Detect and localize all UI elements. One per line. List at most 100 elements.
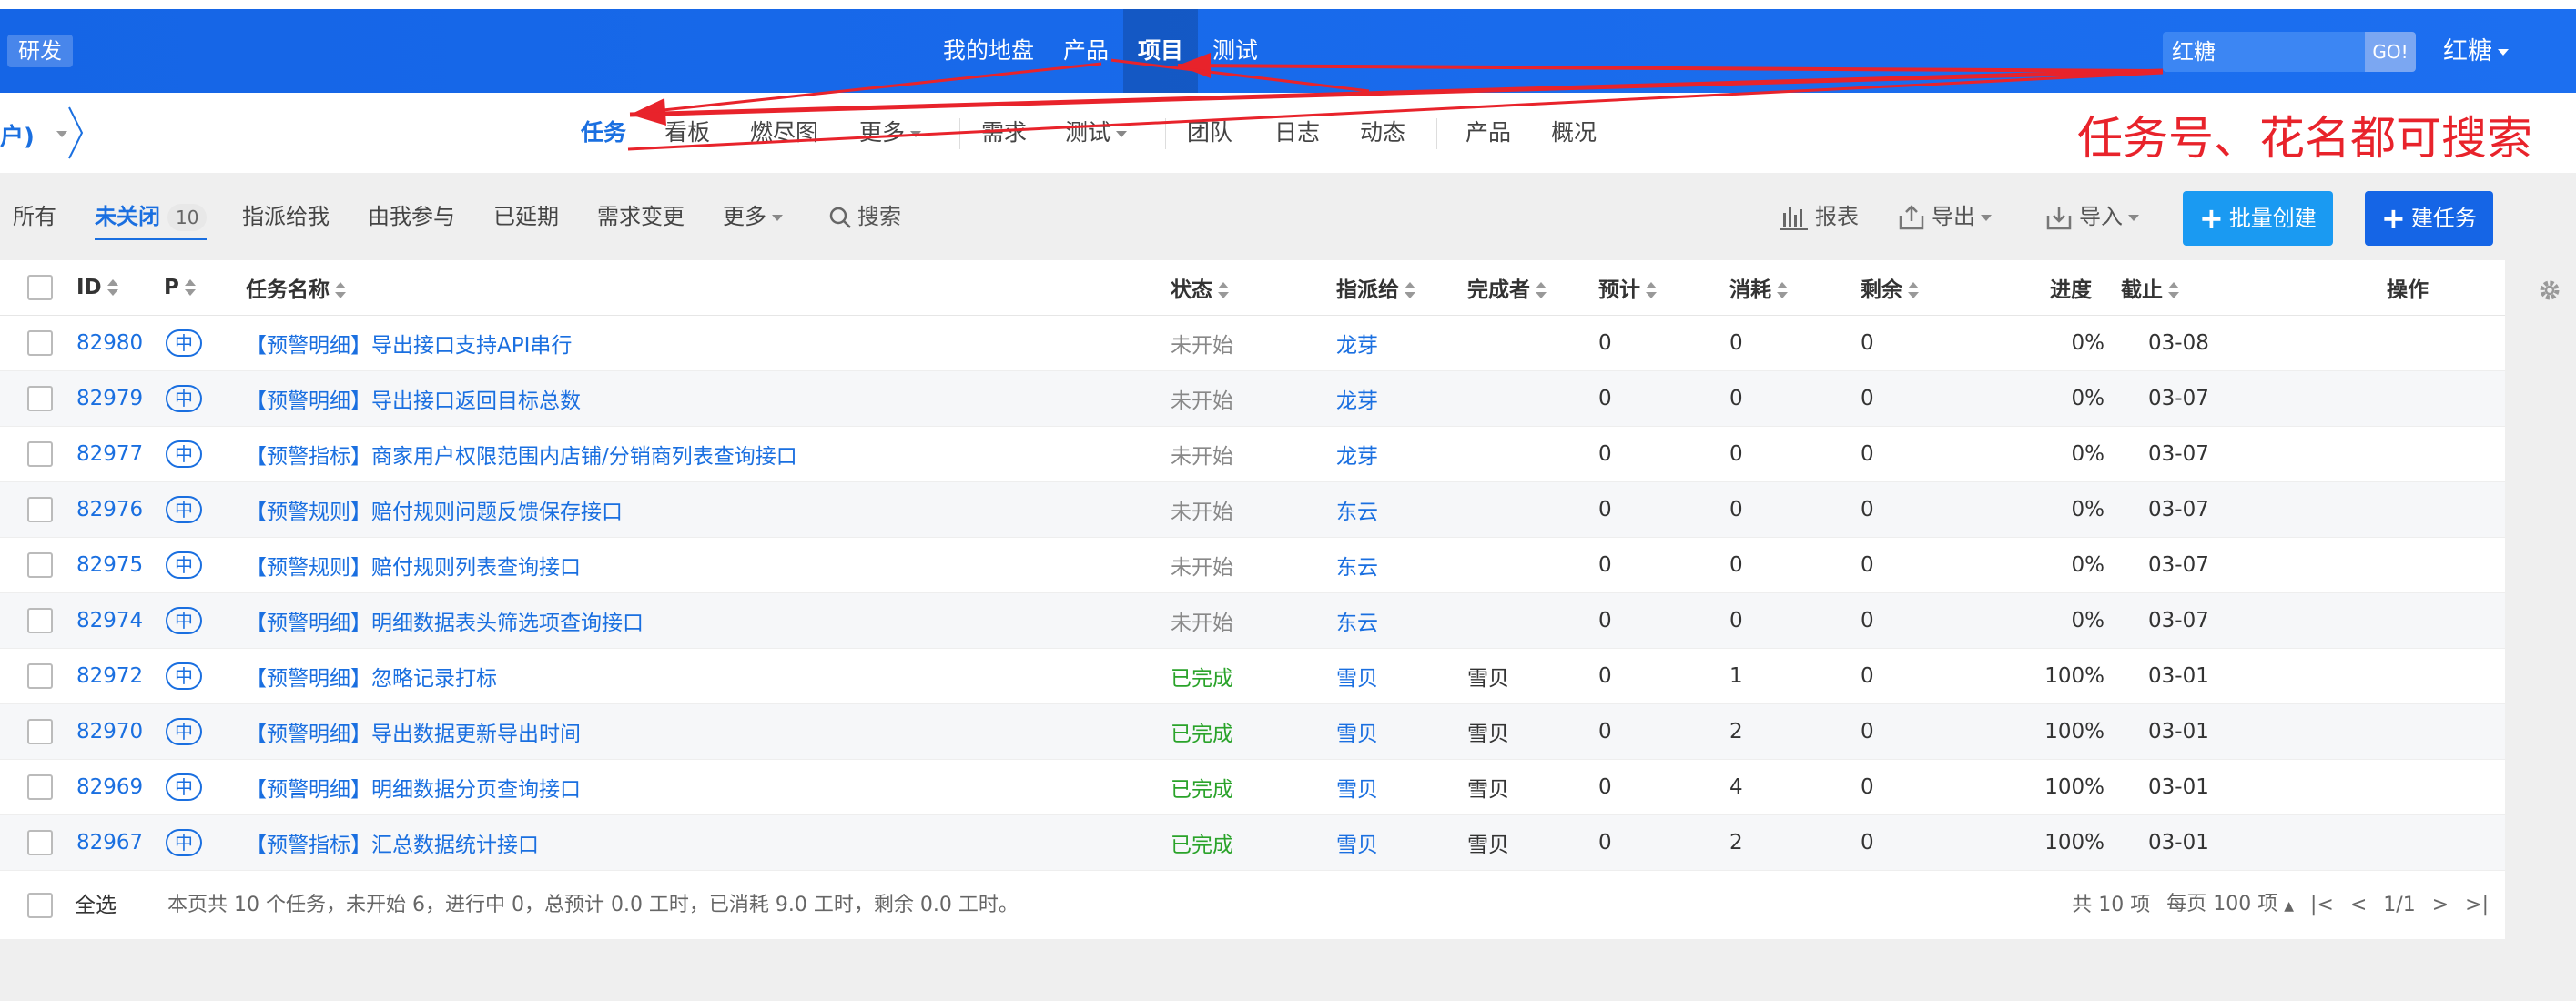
task-name-link[interactable]: 【预警规则】赔付规则问题反馈保存接口 <box>246 500 623 524</box>
tab-assigned-to-me[interactable]: 指派给我 <box>242 173 330 260</box>
col-consumed[interactable]: 消耗 <box>1729 260 1861 316</box>
search-button[interactable]: 搜索 <box>828 173 901 260</box>
table-row[interactable]: 82972 中 【预警明细】忽略记录打标 已完成 雪贝 雪贝 0 1 0 100% 03-01 <box>0 648 2505 704</box>
assigned-to-link[interactable]: 东云 <box>1336 556 1378 580</box>
row-checkbox[interactable] <box>27 496 53 522</box>
subnav-story[interactable]: 需求 <box>981 93 1027 173</box>
subnav-kanban[interactable]: 看板 <box>664 93 710 173</box>
assigned-to-link[interactable]: 雪贝 <box>1336 778 1378 802</box>
task-name-link[interactable]: 【预警明细】忽略记录打标 <box>246 667 497 691</box>
table-row[interactable]: 82980 中 【预警明细】导出接口支持API串行 未开始 龙芽 0 0 0 0% 03-08 <box>0 315 2505 371</box>
assigned-to-link[interactable]: 龙芽 <box>1336 389 1378 413</box>
last-page-icon[interactable]: >| <box>2465 872 2489 939</box>
task-id-link[interactable]: 82980 <box>76 331 143 355</box>
task-id-link[interactable]: 82976 <box>76 498 143 521</box>
tab-involved[interactable]: 由我参与 <box>368 173 455 260</box>
nav-product[interactable]: 产品 <box>1049 9 1123 93</box>
import-button[interactable]: 导入 <box>2044 173 2139 260</box>
task-name-link[interactable]: 【预警明细】导出数据更新导出时间 <box>246 723 581 746</box>
task-name-link[interactable]: 【预警明细】明细数据表头筛选项查询接口 <box>246 612 644 635</box>
brand-switch[interactable]: 研发 <box>7 35 73 67</box>
prev-page-icon[interactable]: < <box>2350 872 2367 939</box>
subnav-log[interactable]: 日志 <box>1274 93 1320 173</box>
gear-icon[interactable] <box>2538 278 2561 302</box>
table-row[interactable]: 82976 中 【预警规则】赔付规则问题反馈保存接口 未开始 东云 0 0 0 0% 03-07 <box>0 481 2505 538</box>
project-selector[interactable]: 户) <box>0 106 84 160</box>
nav-my-dashboard[interactable]: 我的地盘 <box>928 9 1049 93</box>
report-button[interactable]: 报表 <box>1779 173 1859 260</box>
tab-all[interactable]: 所有 <box>13 173 56 260</box>
col-id[interactable]: ID <box>76 260 164 316</box>
task-name-link[interactable]: 【预警规则】赔付规则列表查询接口 <box>246 556 581 580</box>
subnav-more[interactable]: 更多 <box>859 93 922 173</box>
table-row[interactable]: 82970 中 【预警明细】导出数据更新导出时间 已完成 雪贝 雪贝 0 2 0 100% 03-0… <box>0 703 2505 760</box>
row-checkbox[interactable] <box>27 329 53 356</box>
table-row[interactable]: 82969 中 【预警明细】明细数据分页查询接口 已完成 雪贝 雪贝 0 4 0 100% 03-0… <box>0 759 2505 815</box>
col-left[interactable]: 剩余 <box>1861 260 1961 316</box>
task-id-link[interactable]: 82975 <box>76 553 143 577</box>
page-size-select[interactable]: 每页 100 项 ▲ <box>2166 871 2294 940</box>
row-checkbox[interactable] <box>27 774 53 800</box>
task-id-link[interactable]: 82972 <box>76 664 143 688</box>
task-name-link[interactable]: 【预警指标】汇总数据统计接口 <box>246 834 539 857</box>
task-name-link[interactable]: 【预警明细】导出接口返回目标总数 <box>246 389 581 413</box>
table-row[interactable]: 82975 中 【预警规则】赔付规则列表查询接口 未开始 东云 0 0 0 0% 03-07 <box>0 537 2505 593</box>
export-button[interactable]: 导出 <box>1897 173 1992 260</box>
assigned-to-link[interactable]: 雪贝 <box>1336 834 1378 857</box>
col-status[interactable]: 状态 <box>1171 260 1336 316</box>
task-id-link[interactable]: 82977 <box>76 442 143 466</box>
col-pri[interactable]: P <box>164 260 246 316</box>
tab-more[interactable]: 更多 <box>723 173 783 260</box>
col-finisher[interactable]: 完成者 <box>1467 260 1598 316</box>
row-checkbox[interactable] <box>27 440 53 467</box>
task-id-link[interactable]: 82974 <box>76 609 143 632</box>
task-id-link[interactable]: 82969 <box>76 775 143 799</box>
table-row[interactable]: 82977 中 【预警指标】商家用户权限范围内店铺/分销商列表查询接口 未开始 龙芽 0 0… <box>0 426 2505 482</box>
subnav-task[interactable]: 任务 <box>581 93 626 173</box>
row-checkbox[interactable] <box>27 551 53 578</box>
next-page-icon[interactable]: > <box>2432 872 2449 939</box>
assigned-to-link[interactable]: 东云 <box>1336 612 1378 635</box>
row-checkbox[interactable] <box>27 662 53 689</box>
subnav-overview[interactable]: 概况 <box>1551 93 1597 173</box>
table-row[interactable]: 82974 中 【预警明细】明细数据表头筛选项查询接口 未开始 东云 0 0 0 0% 03-07 <box>0 592 2505 649</box>
assigned-to-link[interactable]: 东云 <box>1336 500 1378 524</box>
subnav-team[interactable]: 团队 <box>1187 93 1232 173</box>
select-all-checkbox[interactable] <box>27 274 53 300</box>
subnav-product[interactable]: 产品 <box>1465 93 1511 173</box>
tab-story-changed[interactable]: 需求变更 <box>597 173 685 260</box>
global-search-input[interactable]: 红糖 <box>2163 32 2365 72</box>
row-checkbox[interactable] <box>27 385 53 411</box>
row-checkbox[interactable] <box>27 718 53 744</box>
col-deadline[interactable]: 截止 <box>2121 260 2387 316</box>
footer-select-all-checkbox[interactable] <box>27 893 53 918</box>
task-name-link[interactable]: 【预警明细】导出接口支持API串行 <box>246 334 572 358</box>
subnav-burndown[interactable]: 燃尽图 <box>750 93 818 173</box>
col-name[interactable]: 任务名称 <box>246 260 1171 316</box>
nav-project[interactable]: 项目 <box>1123 9 1199 93</box>
task-name-link[interactable]: 【预警指标】商家用户权限范围内店铺/分销商列表查询接口 <box>246 445 797 469</box>
select-all-label[interactable]: 全选 <box>75 872 117 939</box>
assigned-to-link[interactable]: 雪贝 <box>1336 667 1378 691</box>
table-row[interactable]: 82967 中 【预警指标】汇总数据统计接口 已完成 雪贝 雪贝 0 2 0 100% 03-01 <box>0 814 2505 871</box>
task-name-link[interactable]: 【预警明细】明细数据分页查询接口 <box>246 778 581 802</box>
search-go-button[interactable]: GO! <box>2365 32 2416 72</box>
assigned-to-link[interactable]: 雪贝 <box>1336 723 1378 746</box>
assigned-to-link[interactable]: 龙芽 <box>1336 334 1378 358</box>
tab-delayed[interactable]: 已延期 <box>493 173 559 260</box>
subnav-activity[interactable]: 动态 <box>1360 93 1405 173</box>
create-task-button[interactable]: + 建任务 <box>2365 191 2493 246</box>
col-assigned[interactable]: 指派给 <box>1336 260 1467 316</box>
batch-create-button[interactable]: + 批量创建 <box>2183 191 2333 246</box>
first-page-icon[interactable]: |< <box>2310 872 2334 939</box>
assigned-to-link[interactable]: 龙芽 <box>1336 445 1378 469</box>
table-row[interactable]: 82979 中 【预警明细】导出接口返回目标总数 未开始 龙芽 0 0 0 0% 03-07 <box>0 370 2505 427</box>
row-checkbox[interactable] <box>27 829 53 855</box>
subnav-test[interactable]: 测试 <box>1065 93 1128 173</box>
task-id-link[interactable]: 82970 <box>76 720 143 743</box>
row-checkbox[interactable] <box>27 607 53 633</box>
col-estimate[interactable]: 预计 <box>1598 260 1729 316</box>
nav-test[interactable]: 测试 <box>1198 9 1273 93</box>
tab-unclosed[interactable]: 未关闭 10 <box>95 173 208 260</box>
task-id-link[interactable]: 82967 <box>76 831 143 854</box>
